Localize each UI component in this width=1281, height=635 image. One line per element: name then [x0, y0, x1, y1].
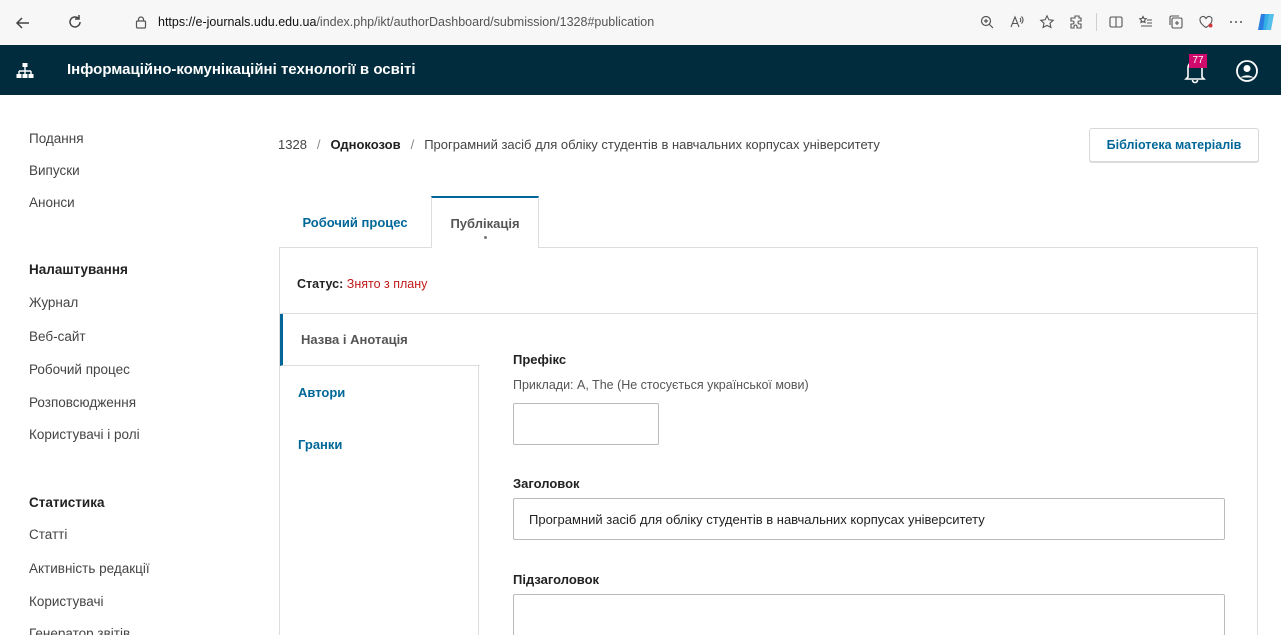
publication-panel: Статус: Знято з плану Назва і Анотація А…: [279, 247, 1258, 635]
tab-workflow[interactable]: Робочий процес: [279, 196, 431, 248]
title-label: Заголовок: [513, 476, 580, 491]
sidebar-item-announcements[interactable]: Анонси: [29, 195, 75, 210]
collections-icon[interactable]: [1161, 8, 1191, 36]
sidebar-item-website[interactable]: Веб-сайт: [29, 329, 86, 344]
back-icon[interactable]: [10, 10, 36, 36]
zoom-icon[interactable]: [972, 8, 1002, 36]
title-input[interactable]: Програмний засіб для обліку студентів в …: [513, 498, 1225, 540]
breadcrumb-id: 1328: [278, 137, 307, 152]
more-options-icon[interactable]: [1221, 8, 1251, 36]
status-label-text: Статус:: [297, 277, 344, 291]
copilot-icon[interactable]: [1251, 8, 1281, 36]
publication-subnav: Назва і Анотація Автори Гранки: [280, 314, 480, 635]
read-aloud-icon[interactable]: [1002, 8, 1032, 36]
performance-icon[interactable]: [1191, 8, 1221, 36]
status-row: Статус: Знято з плану: [280, 248, 1257, 314]
sidebar-item-editorial-activity[interactable]: Активність редакції: [29, 561, 150, 576]
tab-indicator-dot: [484, 236, 487, 239]
sidebar-item-distribution[interactable]: Розповсюдження: [29, 395, 136, 410]
extensions-icon[interactable]: [1062, 8, 1092, 36]
breadcrumb-separator: /: [316, 137, 321, 152]
browser-toolbar: https://e-journals.udu.edu.ua/index.php/…: [0, 0, 1281, 45]
address-bar[interactable]: https://e-journals.udu.edu.ua/index.php/…: [112, 8, 1012, 36]
reload-icon[interactable]: [62, 9, 88, 35]
site-title[interactable]: Інформаційно-комунікаційні технології в …: [67, 61, 416, 78]
sidebar-item-report-generator[interactable]: Генератор звітів: [29, 626, 130, 635]
notifications-button[interactable]: 77: [1180, 53, 1210, 85]
library-button[interactable]: Бібліотека матеріалів: [1089, 128, 1259, 162]
app-header: Інформаційно-комунікаційні технології в …: [0, 45, 1281, 95]
notification-badge: 77: [1189, 54, 1207, 68]
subnav-contributors[interactable]: Автори: [280, 366, 479, 418]
sidebar-item-journal[interactable]: Журнал: [29, 295, 78, 310]
prefix-description: Приклади: A, The (Не стосується українсь…: [513, 378, 809, 392]
breadcrumb: 1328 / Однокозов / Програмний засіб для облі…: [278, 137, 880, 152]
breadcrumb-separator: /: [410, 137, 415, 152]
prefix-input[interactable]: [513, 403, 659, 445]
sidebar: Подання Випуски Анонси Налаштування Журн…: [0, 95, 262, 635]
browser-actions: [972, 8, 1281, 36]
favorite-star-icon[interactable]: [1032, 8, 1062, 36]
sidebar-item-users-roles[interactable]: Користувачі і ролі: [29, 427, 140, 442]
sidebar-item-submissions[interactable]: Подання: [29, 131, 84, 146]
tab-publication-label: Публікація: [450, 215, 520, 231]
subnav-title-abstract[interactable]: Назва і Анотація: [280, 314, 480, 366]
subnav-galleys[interactable]: Гранки: [280, 418, 479, 470]
subtitle-label: Підзаголовок: [513, 572, 600, 587]
status-label: Статус: Знято з плану: [297, 277, 427, 291]
user-account-icon[interactable]: [1236, 60, 1258, 82]
prefix-label: Префікс: [513, 352, 567, 367]
tab-publication[interactable]: Публікація: [431, 196, 539, 248]
lock-icon: [135, 16, 147, 29]
sidebar-heading-settings: Налаштування: [29, 262, 128, 277]
toolbar-separator: [1096, 13, 1097, 31]
sitemap-icon[interactable]: [16, 62, 34, 80]
status-badge: Знято з плану: [346, 277, 428, 291]
breadcrumb-author: Однокозов: [330, 137, 401, 152]
url-path: /index.php/ikt/authorDashboard/submissio…: [316, 15, 655, 29]
url-host: https://e-journals.udu.edu.ua: [158, 15, 317, 29]
sidebar-item-articles[interactable]: Статті: [29, 527, 67, 542]
subtitle-input[interactable]: [513, 594, 1225, 635]
favorites-list-icon[interactable]: [1131, 8, 1161, 36]
sidebar-heading-statistics: Статистика: [29, 495, 105, 510]
sidebar-item-issues[interactable]: Випуски: [29, 163, 80, 178]
sidebar-item-workflow[interactable]: Робочий процес: [29, 362, 130, 377]
sidebar-item-users-stats[interactable]: Користувачі: [29, 594, 104, 609]
split-screen-icon[interactable]: [1101, 8, 1131, 36]
breadcrumb-title: Програмний засіб для обліку студентів в …: [424, 137, 880, 152]
